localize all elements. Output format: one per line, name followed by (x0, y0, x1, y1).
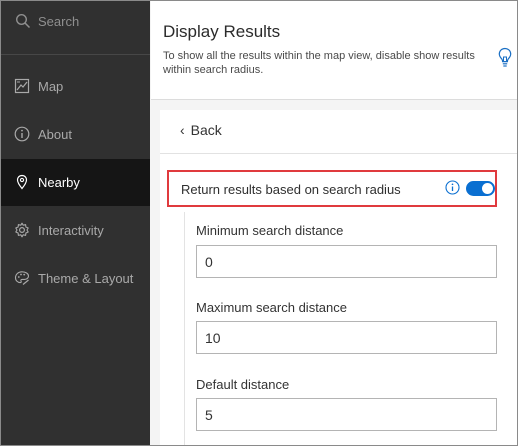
page-title: Display Results (163, 22, 281, 41)
panel-header: Display Results To show all the results … (151, 1, 517, 100)
sidebar-item-label: Interactivity (38, 223, 104, 238)
app-window: Search Map About Nearby Interactivity Th… (0, 0, 518, 446)
search-radius-toggle[interactable] (466, 181, 495, 196)
min-distance-label: Minimum search distance (196, 223, 344, 238)
indent-line (184, 212, 185, 445)
location-pin-icon (16, 174, 28, 190)
max-distance-label: Maximum search distance (196, 300, 347, 315)
sidebar-item-label: About (38, 127, 72, 142)
sidebar-item-interactivity[interactable]: Interactivity (1, 207, 150, 254)
sidebar-item-map[interactable]: Map (1, 63, 150, 110)
max-distance-input[interactable] (196, 321, 497, 354)
search-radius-toggle-row: Return results based on search radius (167, 170, 497, 207)
sidebar-item-label: Theme & Layout (38, 271, 134, 286)
sidebar: Search Map About Nearby Interactivity Th… (1, 1, 150, 445)
search-icon (15, 13, 31, 29)
sidebar-item-about[interactable]: About (1, 111, 150, 158)
toggle-knob (482, 183, 493, 194)
map-icon (14, 78, 30, 94)
sidebar-item-theme-layout[interactable]: Theme & Layout (1, 255, 150, 302)
page-description: To show all the results within the map v… (163, 50, 475, 76)
back-button[interactable]: ‹ Back (180, 122, 222, 138)
divider (160, 153, 517, 154)
sidebar-item-label: Nearby (38, 175, 80, 190)
sidebar-item-nearby[interactable]: Nearby (1, 159, 150, 206)
sidebar-search-label: Search (38, 14, 80, 29)
info-icon[interactable] (445, 180, 460, 195)
sidebar-search[interactable]: Search (1, 1, 150, 55)
default-distance-label: Default distance (196, 377, 290, 392)
gear-icon (15, 222, 29, 238)
search-radius-toggle-label: Return results based on search radius (181, 182, 401, 197)
sidebar-item-label: Map (38, 79, 64, 94)
lightbulb-icon[interactable] (497, 47, 513, 69)
settings-panel: Display Results To show all the results … (151, 1, 517, 445)
default-distance-input[interactable] (196, 398, 497, 431)
nearby-settings-card: ‹ Back Return results based on search rad… (160, 110, 517, 445)
min-distance-input[interactable] (196, 245, 497, 278)
back-label: Back (190, 122, 222, 138)
info-icon (14, 126, 30, 142)
chevron-left-icon: ‹ (180, 122, 185, 138)
palette-icon (14, 271, 30, 285)
